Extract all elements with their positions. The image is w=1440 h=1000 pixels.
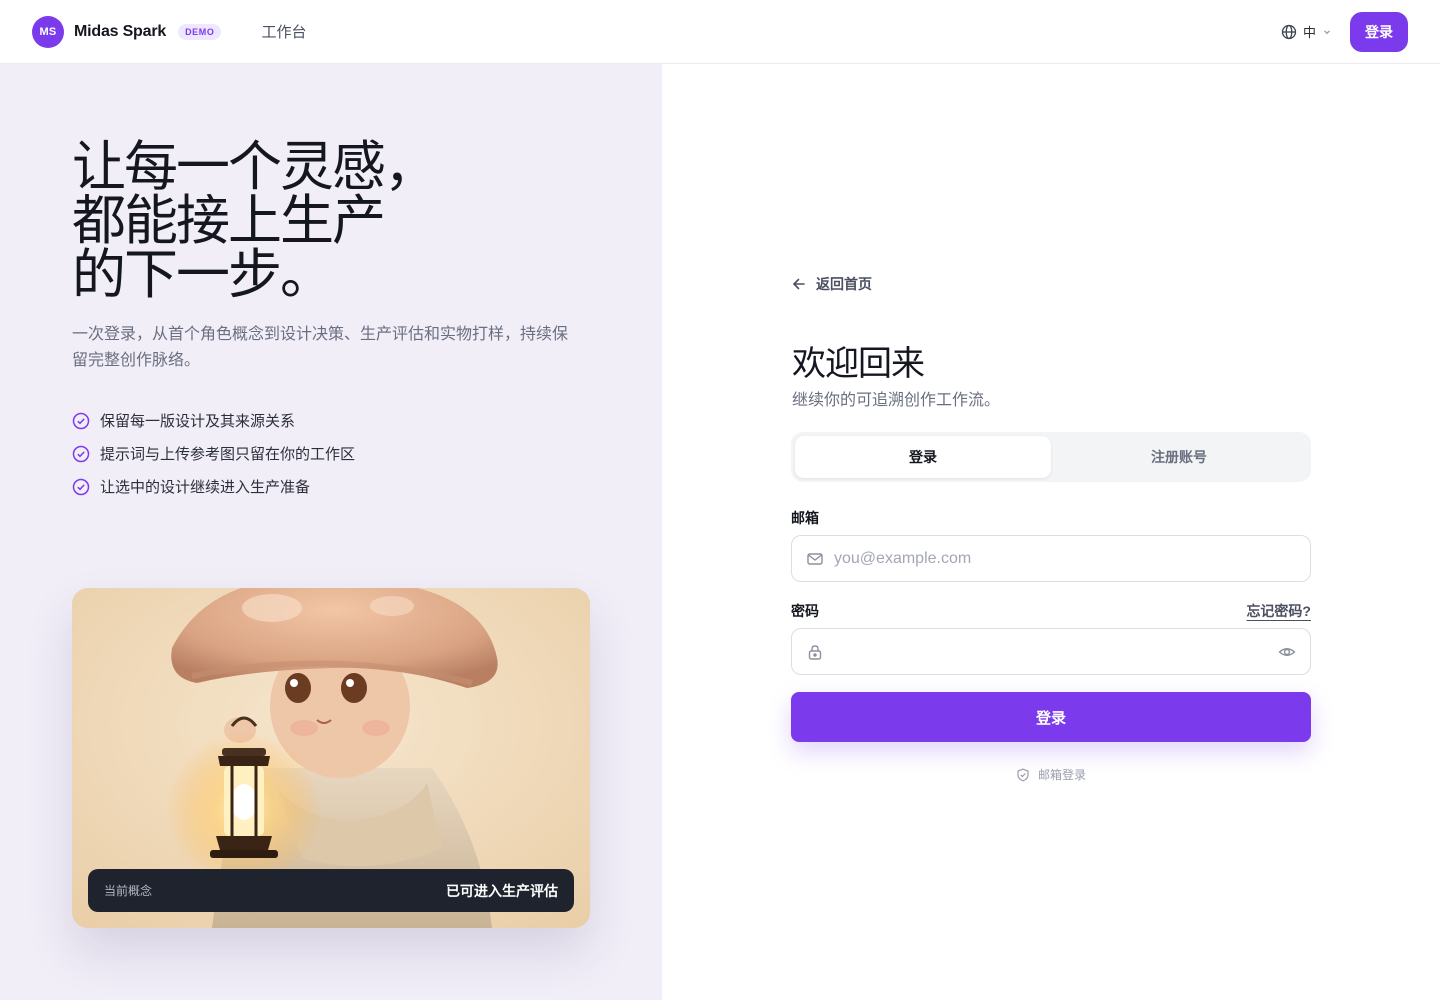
auth-panel: 返回首页 欢迎回来 继续你的可追溯创作工作流。 登录 注册账号 邮箱 密码 忘记… xyxy=(662,64,1440,1000)
feature-item: 提示词与上传参考图只留在你的工作区 xyxy=(72,437,355,470)
arrow-left-icon xyxy=(793,278,805,290)
email-field-wrapper xyxy=(791,535,1311,582)
concept-status-bar: 当前概念 已可进入生产评估 xyxy=(88,869,574,912)
header-login-button[interactable]: 登录 xyxy=(1350,11,1408,52)
back-home-label: 返回首页 xyxy=(816,276,872,292)
feature-text: 提示词与上传参考图只留在你的工作区 xyxy=(100,446,356,463)
check-circle-icon xyxy=(72,478,90,495)
language-label: 中 xyxy=(1302,25,1316,40)
lock-icon xyxy=(808,644,822,660)
logo-badge[interactable]: MS xyxy=(32,15,64,48)
password-input[interactable] xyxy=(834,642,1278,661)
shield-check-icon xyxy=(1017,768,1029,781)
email-input[interactable] xyxy=(834,549,1296,568)
brand-name[interactable]: Midas Spark xyxy=(74,23,166,41)
hero-subtext: 一次登录，从首个角色概念到设计决策、生产评估和实物打样，持续保留完整创作脉络。 xyxy=(72,326,569,369)
language-switcher[interactable]: 中 xyxy=(1281,22,1332,41)
eye-icon xyxy=(1278,647,1296,656)
login-submit-button[interactable]: 登录 xyxy=(791,692,1311,742)
check-circle-icon xyxy=(72,412,90,429)
tab-register[interactable]: 注册账号 xyxy=(1051,436,1307,478)
forgot-password-link[interactable]: 忘记密码? xyxy=(1246,601,1311,621)
password-label: 密码 xyxy=(791,603,819,619)
tab-login[interactable]: 登录 xyxy=(795,436,1051,478)
nav-workspace-link[interactable]: 工作台 xyxy=(261,21,306,42)
email-label: 邮箱 xyxy=(791,510,819,526)
login-method-indicator: 邮箱登录 xyxy=(791,766,1311,783)
headline-line-1: 让每一个灵感， xyxy=(72,137,438,197)
mail-icon xyxy=(807,552,823,565)
headline-line-2: 都能接上生产 xyxy=(72,191,386,251)
hero-panel: 让每一个灵感， 都能接上生产 的下一步。 一次登录，从首个角色概念到设计决策、生… xyxy=(0,64,662,1000)
login-method-label: 邮箱登录 xyxy=(1037,768,1086,782)
auth-title: 欢迎回来 xyxy=(792,345,925,383)
globe-icon xyxy=(1281,24,1297,39)
concept-status: 已可进入生产评估 xyxy=(446,882,558,899)
password-field-wrapper xyxy=(791,628,1311,675)
back-home-link[interactable]: 返回首页 xyxy=(792,274,872,294)
chevron-down-icon xyxy=(1324,29,1330,34)
check-circle-icon xyxy=(72,445,90,462)
demo-badge: DEMO xyxy=(178,23,222,40)
concept-label: 当前概念 xyxy=(104,884,153,898)
headline-line-3: 的下一步。 xyxy=(72,245,334,305)
password-toggle[interactable] xyxy=(1278,643,1296,661)
feature-list: 保留每一版设计及其来源关系 提示词与上传参考图只留在你的工作区 让选中的设计继续… xyxy=(72,404,355,503)
top-header: MS Midas Spark DEMO 工作台 中 登录 xyxy=(0,0,1440,64)
feature-item: 保留每一版设计及其来源关系 xyxy=(72,404,355,437)
concept-card[interactable]: 当前概念 已可进入生产评估 xyxy=(72,588,590,928)
header-actions: 中 登录 xyxy=(1281,11,1408,52)
feature-text: 保留每一版设计及其来源关系 xyxy=(100,413,296,430)
hero-headline: 让每一个灵感， 都能接上生产 的下一步。 xyxy=(72,140,592,302)
auth-tabs: 登录 注册账号 xyxy=(791,432,1311,482)
feature-text: 让选中的设计继续进入生产准备 xyxy=(100,479,311,496)
auth-subtitle: 继续你的可追溯创作工作流。 xyxy=(792,392,1001,409)
feature-item: 让选中的设计继续进入生产准备 xyxy=(72,470,355,503)
